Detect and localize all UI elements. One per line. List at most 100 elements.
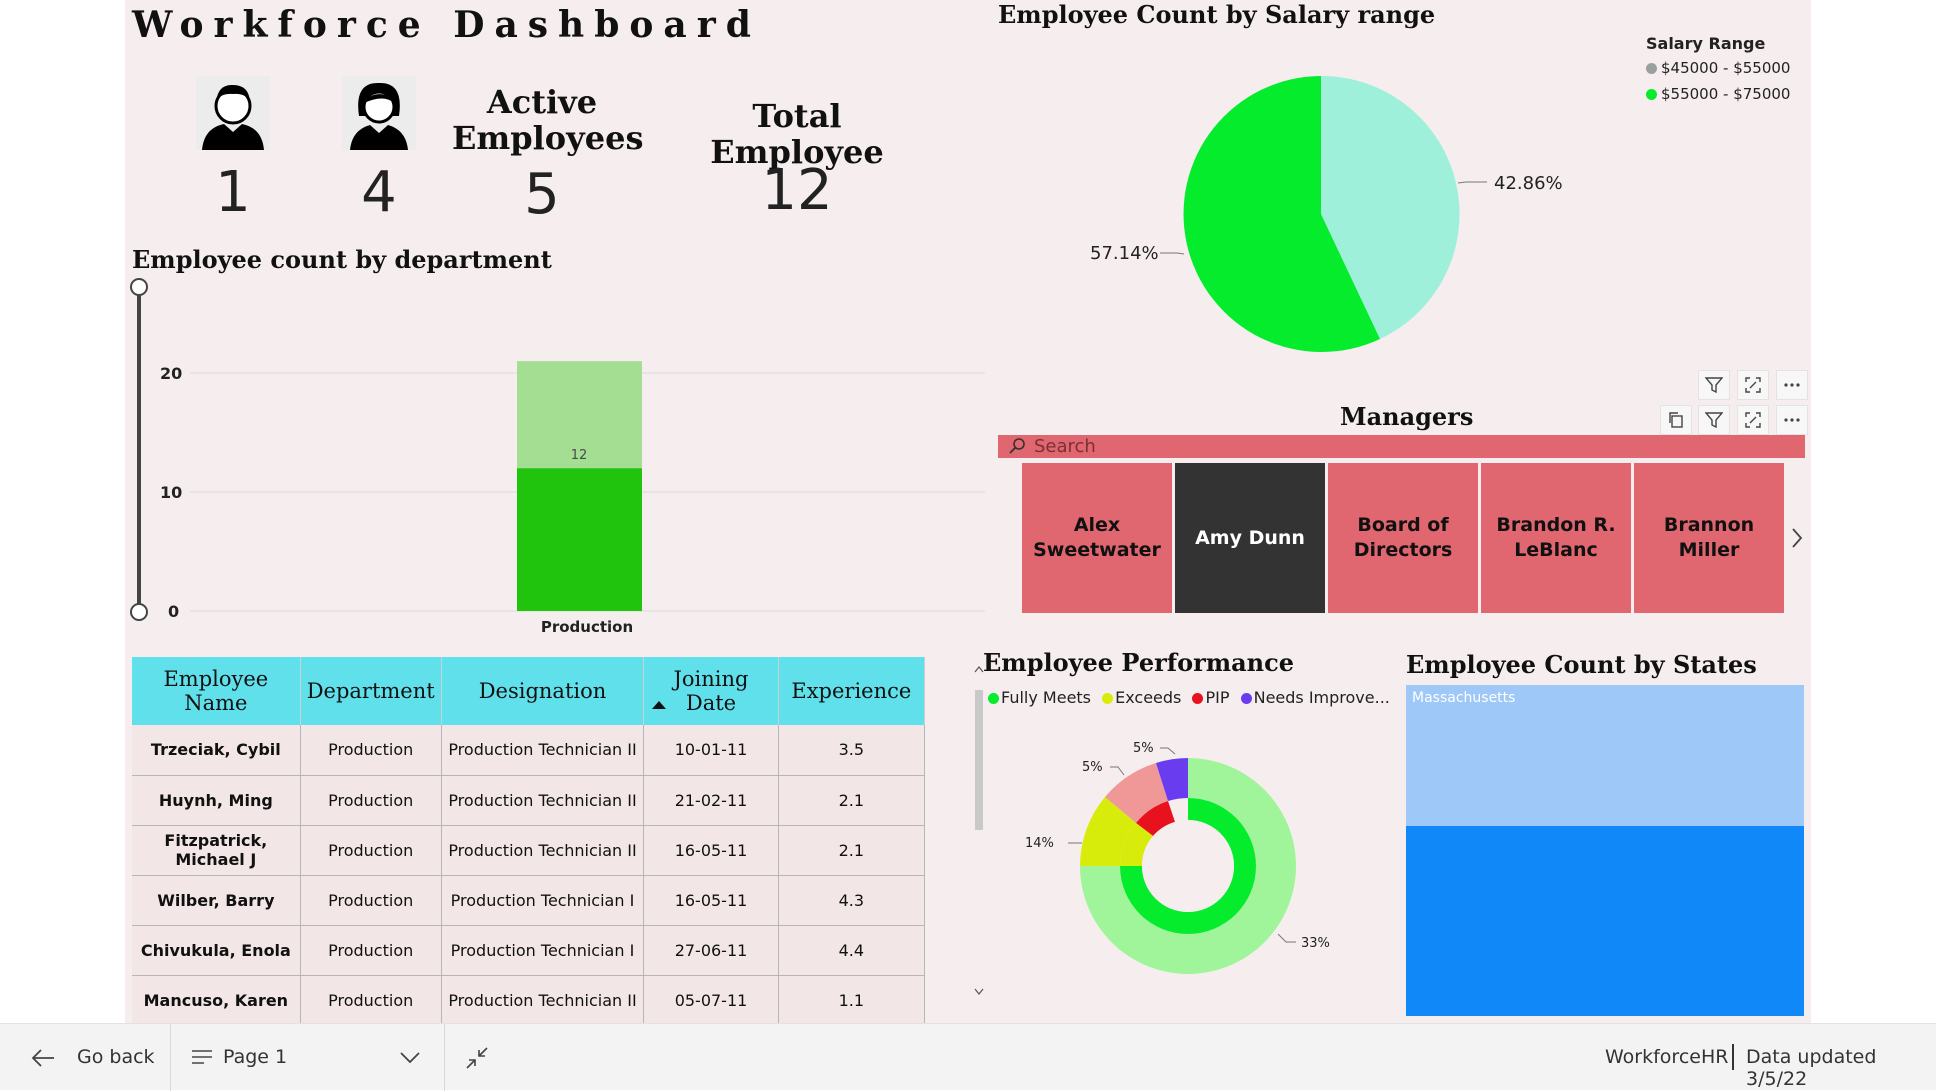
pie-label-a: 42.86% [1494, 173, 1563, 194]
column-header-experience[interactable]: Experience [778, 657, 926, 725]
focus-mode-icon-top[interactable] [1737, 370, 1769, 400]
manager-card-label: Brandon R. LeBlanc [1496, 514, 1616, 561]
total-employee-value: 12 [761, 158, 833, 223]
legend-dot [1192, 693, 1204, 704]
table-cell-employee-name: Huynh, Ming [132, 775, 301, 826]
table-row[interactable]: Trzeciak, Cybil Production Production Tech… [132, 725, 926, 776]
table-cell-employee-name: Mancuso, Karen [132, 975, 301, 1026]
focus-mode-icon[interactable] [1737, 405, 1769, 435]
table-row[interactable]: Chivukula, Enola Production Production Tec… [132, 925, 926, 976]
copy-icon[interactable] [1660, 405, 1692, 435]
joining-date-label: Joining Date [673, 667, 749, 715]
manager-card-label: Board of Directors [1353, 514, 1453, 561]
column-header-designation[interactable]: Designation [441, 657, 645, 725]
table-cell-designation: Production Technician II [441, 775, 645, 826]
male-avatar-icon [196, 76, 270, 150]
production-bar-lower[interactable] [517, 468, 642, 611]
manager-card-brandon-leblanc[interactable]: Brandon R. LeBlanc [1481, 463, 1631, 613]
table-cell-joining-date: 05-07-11 [643, 975, 779, 1026]
chevron-right-icon[interactable] [1790, 527, 1804, 549]
manager-card-amy-dunn[interactable]: Amy Dunn [1175, 463, 1325, 613]
manager-card-label: Amy Dunn [1195, 526, 1305, 549]
table-cell-department: Production [300, 725, 442, 776]
donut-label-fully: 33% [1301, 936, 1330, 951]
table-cell-experience: 2.1 [778, 775, 926, 826]
legend-dot [1240, 693, 1252, 704]
salary-pie-chart: 42.86% 57.14% [1090, 75, 1563, 352]
table-cell-employee-name: Fitzpatrick, Michael J [132, 825, 301, 876]
donut-hole [1142, 820, 1234, 912]
arrow-left-icon[interactable] [30, 1048, 56, 1068]
page-selector[interactable]: Page 1 [223, 1046, 287, 1068]
pie-leader-b [1160, 252, 1185, 255]
table-cell-department: Production [300, 775, 442, 826]
more-options-icon[interactable] [1776, 405, 1808, 435]
employee-table: Employee Name Department Designation Joi… [132, 657, 926, 1026]
footer-divider [444, 1024, 445, 1091]
legend-dot-b [1646, 89, 1657, 100]
donut-label-pip: 5% [1082, 760, 1103, 775]
table-cell-experience: 2.1 [778, 825, 926, 876]
table-cell-designation: Production Technician II [441, 975, 645, 1026]
table-scrollbar-thumb[interactable] [975, 690, 983, 830]
managers-search-input[interactable]: Search [998, 435, 1805, 458]
table-cell-designation: Production Technician II [441, 725, 645, 776]
more-options-icon-top[interactable] [1776, 370, 1808, 400]
donut-label-exceeds: 14% [1025, 836, 1054, 851]
manager-card-brannon-miller[interactable]: Brannon Miller [1634, 463, 1784, 613]
footer-text-divider [1732, 1044, 1734, 1070]
column-header-department[interactable]: Department [300, 657, 442, 725]
female-avatar-icon [342, 76, 416, 150]
salary-legend: Salary Range $45000 - $55000 $55000 - $7… [1646, 34, 1790, 103]
table-cell-employee-name: Trzeciak, Cybil [132, 725, 301, 776]
table-cell-joining-date: 27-06-11 [643, 925, 779, 976]
go-back-button[interactable]: Go back [77, 1046, 155, 1068]
manager-card-alex-sweetwater[interactable]: Alex Sweetwater [1022, 463, 1172, 613]
salary-legend-item-b[interactable]: $55000 - $75000 [1646, 85, 1790, 103]
filter-icon-top[interactable] [1698, 370, 1730, 400]
data-updated-status: Data updated 3/5/22 [1746, 1046, 1877, 1090]
page-list-icon [192, 1050, 212, 1064]
table-row[interactable]: Wilber, Barry Production Production Techni… [132, 875, 926, 926]
filter-icon[interactable] [1698, 405, 1730, 435]
bar-data-label: 12 [571, 448, 588, 463]
table-row[interactable]: Fitzpatrick, Michael J Production Producti… [132, 825, 926, 876]
y-tick-0: 0 [168, 602, 179, 621]
pie-label-b: 57.14% [1090, 243, 1159, 264]
range-slider-handle-top[interactable] [130, 278, 148, 296]
dashboard-title: Workforce Dashboard [132, 4, 761, 46]
manager-card-board-of-directors[interactable]: Board of Directors [1328, 463, 1478, 613]
exit-fullscreen-icon[interactable] [465, 1046, 489, 1070]
states-treemap-lower[interactable] [1406, 826, 1804, 1016]
legend-dot-a [1646, 63, 1657, 74]
performance-legend-item-pip[interactable]: PIP [1192, 688, 1230, 707]
salary-legend-item-a[interactable]: $45000 - $55000 [1646, 59, 1790, 77]
performance-legend-item-exceeds[interactable]: Exceeds [1102, 688, 1181, 707]
performance-legend-item-fully-meets[interactable]: Fully Meets [988, 688, 1091, 707]
column-header-employee-name[interactable]: Employee Name [132, 657, 301, 725]
salary-legend-title: Salary Range [1646, 34, 1766, 53]
table-header-row: Employee Name Department Designation Joi… [132, 657, 926, 725]
state-label-massachusetts: Massachusetts [1412, 690, 1516, 706]
table-cell-department: Production [300, 825, 442, 876]
range-slider-handle-bottom[interactable] [130, 603, 148, 621]
chevron-down-icon[interactable] [400, 1052, 420, 1064]
pie-leader-a [1457, 181, 1487, 184]
performance-legend-label: Fully Meets [1001, 688, 1092, 707]
female-count-value: 4 [361, 160, 397, 225]
scroll-down-icon[interactable] [974, 988, 984, 996]
table-cell-department: Production [300, 975, 442, 1026]
states-treemap-upper[interactable]: Massachusetts [1406, 685, 1804, 826]
table-cell-joining-date: 16-05-11 [643, 875, 779, 926]
performance-chart-title: Employee Performance [983, 648, 1295, 677]
legend-dot [988, 693, 999, 704]
table-cell-joining-date: 16-05-11 [643, 825, 779, 876]
managers-title: Managers [1340, 402, 1474, 431]
table-cell-joining-date: 21-02-11 [643, 775, 779, 826]
table-row[interactable]: Mancuso, Karen Production Production Techn… [132, 975, 926, 1026]
performance-legend-item-needs-improvement[interactable]: Needs Improve... [1240, 688, 1390, 707]
legend-dot [1102, 693, 1114, 704]
column-header-joining-date[interactable]: Joining Date [643, 657, 779, 725]
table-row[interactable]: Huynh, Ming Production Production Technici… [132, 775, 926, 826]
table-cell-experience: 4.3 [778, 875, 926, 926]
